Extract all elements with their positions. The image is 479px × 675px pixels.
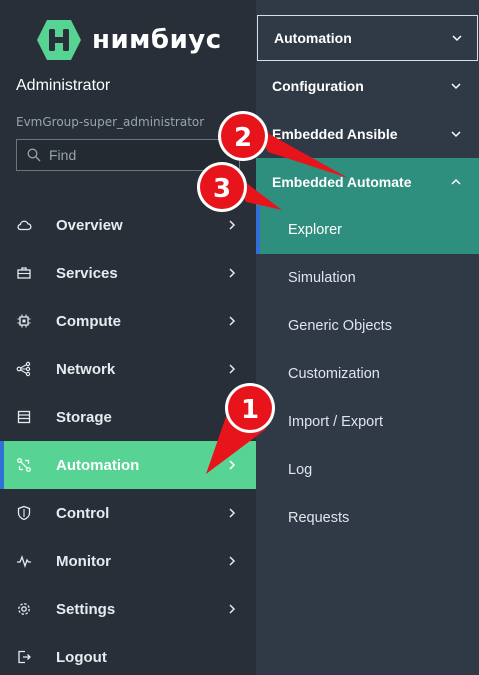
chevron-right-icon	[229, 220, 236, 230]
chevron-down-icon	[451, 83, 461, 90]
primary-nav: нимбиус Administrator EvmGroup-super_adm…	[0, 0, 256, 675]
nav-item-compute[interactable]: Compute	[0, 297, 256, 345]
nav-item-label: Overview	[56, 216, 123, 234]
search-icon	[27, 148, 41, 162]
shield-icon	[17, 505, 31, 521]
nav-item-label: Compute	[56, 312, 121, 330]
search-box[interactable]	[16, 139, 240, 171]
nav-item-logout[interactable]: Logout	[0, 633, 256, 675]
nav-item-label: Settings	[56, 600, 116, 618]
automation-flyout: Automation Configuration Embedded Ansibl…	[256, 0, 479, 675]
nav-item-label: Storage	[56, 408, 112, 426]
nav-item-label: Services	[56, 264, 118, 282]
subitem-label: Log	[288, 462, 313, 478]
section-label: Embedded Ansible	[272, 126, 398, 142]
subitem-explorer[interactable]: Explorer	[256, 206, 479, 254]
subitem-label: Explorer	[288, 222, 342, 238]
subitem-requests[interactable]: Requests	[256, 494, 479, 542]
database-icon	[17, 410, 31, 424]
chevron-right-icon	[229, 508, 236, 518]
section-embedded-ansible[interactable]: Embedded Ansible	[256, 110, 479, 158]
nav-item-overview[interactable]: Overview	[0, 201, 256, 249]
nav-item-settings[interactable]: Settings	[0, 585, 256, 633]
subitem-customization[interactable]: Customization	[256, 350, 479, 398]
section-automation[interactable]: Automation	[257, 15, 478, 61]
nav-item-label: Monitor	[56, 552, 111, 570]
subitem-label: Requests	[288, 510, 350, 526]
chevron-up-icon	[451, 178, 461, 185]
subitem-label: Simulation	[288, 270, 356, 286]
search-input[interactable]	[49, 147, 229, 163]
section-configuration[interactable]: Configuration	[256, 62, 479, 110]
section-label: Configuration	[272, 78, 364, 94]
nav-item-automation[interactable]: Automation	[0, 441, 256, 489]
nav-item-monitor[interactable]: Monitor	[0, 537, 256, 585]
nav-item-control[interactable]: Control	[0, 489, 256, 537]
network-icon	[16, 361, 31, 377]
nav-item-storage[interactable]: Storage	[0, 393, 256, 441]
user-group: EvmGroup-super_administrator	[16, 115, 205, 129]
chevron-down-icon	[452, 35, 462, 42]
subitem-label: Customization	[288, 366, 380, 382]
nav-item-label: Automation	[56, 456, 140, 474]
pulse-icon	[17, 555, 31, 569]
nav-item-label: Logout	[56, 648, 107, 666]
nav-item-network[interactable]: Network	[0, 345, 256, 393]
logo-mark-icon	[37, 20, 81, 60]
chevron-down-icon	[451, 131, 461, 138]
nav-item-label: Network	[56, 360, 116, 378]
section-label: Embedded Automate	[272, 174, 412, 190]
nav-item-label: Control	[56, 504, 110, 522]
subitem-label: Import / Export	[288, 414, 384, 430]
subitem-import-export[interactable]: Import / Export	[256, 398, 479, 446]
chip-icon	[17, 314, 31, 328]
cloud-icon	[17, 220, 32, 231]
logout-icon	[18, 650, 31, 664]
user-name: Administrator	[16, 77, 111, 94]
chevron-right-icon	[229, 268, 236, 278]
briefcase-icon	[17, 267, 31, 279]
subitem-log[interactable]: Log	[256, 446, 479, 494]
chevron-right-icon	[229, 460, 236, 470]
chevron-right-icon	[229, 316, 236, 326]
subitem-label: Generic Objects	[288, 318, 392, 334]
brand-logo[interactable]: нимбиус	[36, 18, 222, 62]
section-label: Automation	[274, 30, 352, 46]
chevron-right-icon	[229, 556, 236, 566]
automation-icon	[17, 458, 31, 472]
chevron-right-icon	[229, 364, 236, 374]
gear-icon	[18, 603, 30, 615]
subitem-generic-objects[interactable]: Generic Objects	[256, 302, 479, 350]
section-embedded-automate[interactable]: Embedded Automate	[256, 158, 479, 206]
chevron-right-icon	[229, 604, 236, 614]
nav-item-services[interactable]: Services	[0, 249, 256, 297]
brand-name: нимбиус	[92, 25, 222, 55]
subitem-simulation[interactable]: Simulation	[256, 254, 479, 302]
